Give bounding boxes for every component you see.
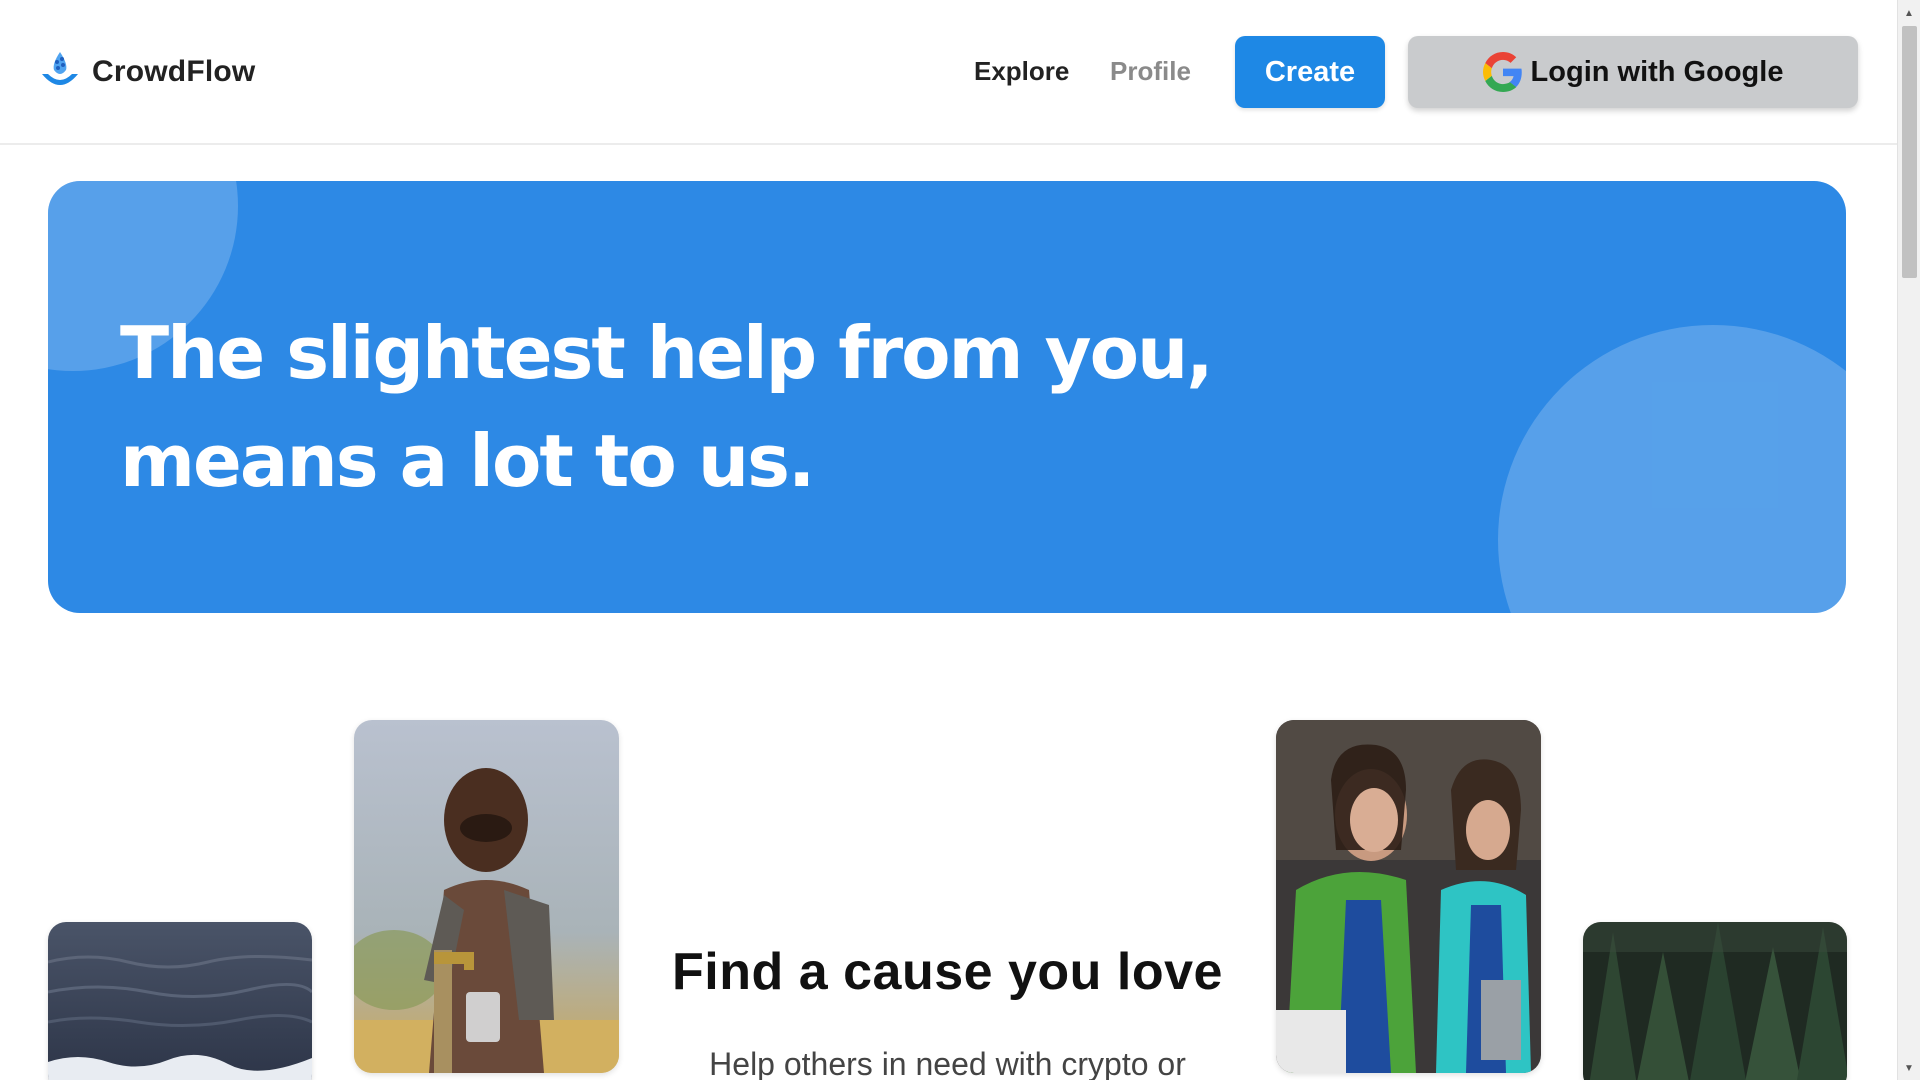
ocean-waves-image bbox=[48, 922, 312, 1080]
hero-title-line-1: The slightest help from you, bbox=[120, 311, 1214, 395]
water-drop-hand-icon bbox=[42, 52, 78, 85]
scroll-down-arrow-icon[interactable]: ▼ bbox=[1904, 1063, 1914, 1074]
login-with-google-button[interactable]: Login with Google bbox=[1408, 36, 1858, 108]
hero-decorative-circle bbox=[1498, 325, 1846, 613]
hero-banner: The slightest help from you, means a lot… bbox=[48, 181, 1846, 613]
section-subtitle: Help others in need with crypto or bbox=[709, 1046, 1186, 1080]
section-title: Find a cause you love bbox=[672, 943, 1223, 1001]
page: CrowdFlow Explore Profile Create Login w… bbox=[0, 0, 1920, 1080]
volunteers-image bbox=[1276, 720, 1541, 1073]
create-button-label: Create bbox=[1264, 55, 1356, 88]
hero-title-line-2: means a lot to us. bbox=[120, 419, 815, 503]
create-button[interactable]: Create bbox=[1235, 36, 1385, 108]
top-navbar: CrowdFlow Explore Profile Create Login w… bbox=[0, 0, 1897, 145]
scrollbar-thumb[interactable] bbox=[1902, 26, 1917, 278]
google-icon bbox=[1482, 52, 1522, 92]
pine-forest-image bbox=[1583, 922, 1847, 1080]
scroll-up-arrow-icon[interactable]: ▲ bbox=[1904, 8, 1914, 19]
hero-title: The slightest help from you, means a lot… bbox=[120, 299, 1220, 515]
nav-explore-link[interactable]: Explore bbox=[974, 56, 1069, 87]
brand[interactable]: CrowdFlow bbox=[38, 48, 255, 96]
vertical-scrollbar[interactable]: ▲ ▼ bbox=[1897, 0, 1920, 1080]
login-button-label: Login with Google bbox=[1530, 55, 1784, 88]
boy-drinking-water-image bbox=[354, 720, 619, 1073]
brand-name: CrowdFlow bbox=[92, 55, 256, 88]
nav-profile-link[interactable]: Profile bbox=[1110, 56, 1191, 87]
